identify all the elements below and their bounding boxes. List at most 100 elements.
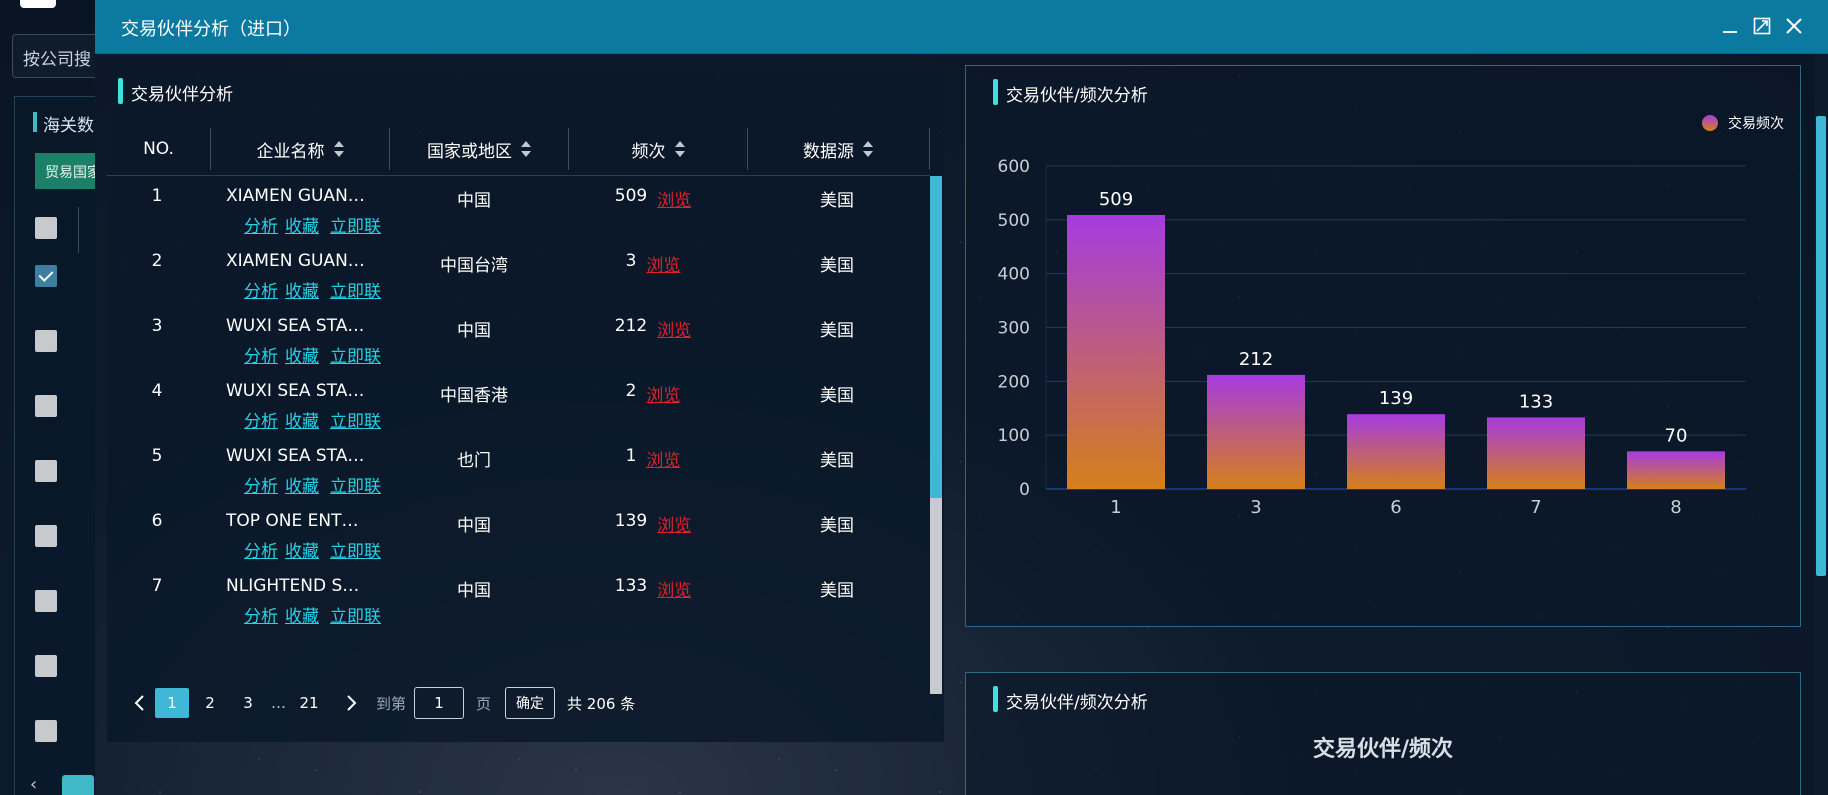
next-page-icon[interactable] — [338, 688, 364, 718]
favorite-link[interactable]: 收藏 — [285, 607, 319, 627]
row-checkbox[interactable] — [35, 330, 57, 352]
browse-link[interactable]: 浏览 — [657, 576, 691, 601]
table-scrollbar-thumb[interactable] — [930, 176, 942, 498]
frequency-chart-panel: 交易伙伴/频次分析 交易频次 0 100 200 300 400 500 600 509 1 21… — [965, 65, 1801, 627]
analyze-link[interactable]: 分析 — [244, 412, 278, 432]
chevron-left-icon[interactable]: ‹ — [30, 774, 37, 795]
contact-link[interactable]: 立即联 — [330, 217, 381, 237]
company-name[interactable]: WUXI SEA STA… — [226, 381, 376, 401]
contact-link[interactable]: 立即联 — [330, 542, 381, 562]
contact-link[interactable]: 立即联 — [330, 477, 381, 497]
close-icon[interactable] — [1782, 14, 1806, 38]
page-1[interactable]: 1 — [155, 688, 189, 718]
y-tick-label: 600 — [998, 157, 1030, 177]
row-checkbox[interactable] — [35, 265, 57, 287]
frequency-bar-chart: 0 100 200 300 400 500 600 509 1 212 3 139 6 133 7 70 8 — [998, 157, 1746, 518]
pagination: 1 2 3 … 21 到第 页 确定 共 206 条 — [127, 686, 635, 720]
sort-icon[interactable] — [863, 141, 873, 157]
frequency-value: 133 — [614, 576, 648, 596]
table-row[interactable]: 7 NLIGHTEND S… 中国 133 浏览 美国 分析 收藏 立即联 — [107, 566, 930, 631]
table-row[interactable]: 5 WUXI SEA STA… 也门 1 浏览 美国 分析 收藏 立即联 — [107, 436, 930, 501]
row-checkbox[interactable] — [35, 720, 57, 742]
col-divider — [929, 128, 930, 170]
favorite-link[interactable]: 收藏 — [285, 477, 319, 497]
browse-link[interactable]: 浏览 — [646, 446, 680, 471]
chart2-panel-title-text: 交易伙伴/频次分析 — [1006, 693, 1148, 713]
row-checkbox[interactable] — [35, 395, 57, 417]
frequency-cell: 139 浏览 — [563, 511, 743, 536]
analyze-link[interactable]: 分析 — [244, 542, 278, 562]
row-checkbox[interactable] — [35, 525, 57, 547]
company-name[interactable]: NLIGHTEND S… — [226, 576, 376, 596]
table-row[interactable]: 6 TOP ONE ENT… 中国 139 浏览 美国 分析 收藏 立即联 — [107, 501, 930, 566]
analyze-link[interactable]: 分析 — [244, 477, 278, 497]
table-row[interactable]: 2 XIAMEN GUAN… 中国台湾 3 浏览 美国 分析 收藏 立即联 — [107, 241, 930, 306]
sort-icon[interactable] — [674, 141, 685, 157]
company-name[interactable]: XIAMEN GUAN… — [226, 251, 376, 271]
favorite-link[interactable]: 收藏 — [285, 217, 319, 237]
row-checkbox[interactable] — [35, 590, 57, 612]
table-row[interactable]: 4 WUXI SEA STA… 中国香港 2 浏览 美国 分析 收藏 立即联 — [107, 371, 930, 436]
chart-legend[interactable]: 交易频次 — [1702, 113, 1784, 133]
browse-link[interactable]: 浏览 — [657, 316, 691, 341]
favorite-link[interactable]: 收藏 — [285, 412, 319, 432]
frequency-value: 139 — [614, 511, 648, 531]
browse-link[interactable]: 浏览 — [646, 251, 680, 276]
bar[interactable] — [1067, 214, 1165, 489]
col-source-label: 数据源 — [803, 141, 854, 162]
page-3[interactable]: 3 — [231, 688, 265, 718]
country: 中国台湾 — [440, 256, 508, 276]
minimize-icon[interactable] — [1718, 14, 1742, 38]
country: 中国 — [457, 321, 491, 341]
analyze-link[interactable]: 分析 — [244, 282, 278, 302]
row-no: 7 — [151, 576, 163, 596]
bar[interactable] — [1207, 374, 1305, 489]
goto-confirm-button[interactable]: 确定 — [505, 687, 556, 719]
data-source: 美国 — [820, 256, 854, 276]
maximize-icon[interactable] — [1750, 14, 1774, 38]
col-source[interactable]: 数据源 — [748, 122, 928, 176]
page-indicator[interactable] — [62, 775, 94, 795]
col-country[interactable]: 国家或地区 — [390, 122, 568, 176]
contact-link[interactable]: 立即联 — [330, 607, 381, 627]
browse-link[interactable]: 浏览 — [657, 186, 691, 211]
modal-scrollbar-thumb[interactable] — [1816, 116, 1826, 576]
frequency-value: 2 — [625, 381, 637, 401]
favorite-link[interactable]: 收藏 — [285, 347, 319, 367]
page-last[interactable]: 21 — [292, 688, 326, 718]
page-2[interactable]: 2 — [193, 688, 227, 718]
company-name[interactable]: WUXI SEA STA… — [226, 446, 376, 466]
contact-link[interactable]: 立即联 — [330, 412, 381, 432]
company-name[interactable]: TOP ONE ENT… — [226, 511, 376, 531]
modal-title: 交易伙伴分析（进口） — [121, 19, 301, 40]
select-all-checkbox[interactable] — [35, 217, 57, 239]
bar[interactable] — [1487, 417, 1585, 489]
prev-page-icon[interactable] — [127, 688, 153, 718]
analyze-link[interactable]: 分析 — [244, 347, 278, 367]
browse-link[interactable]: 浏览 — [646, 381, 680, 406]
analyze-link[interactable]: 分析 — [244, 217, 278, 237]
col-company[interactable]: 企业名称 — [211, 122, 389, 176]
browse-link[interactable]: 浏览 — [657, 511, 691, 536]
company-name[interactable]: WUXI SEA STA… — [226, 316, 376, 336]
data-source: 美国 — [820, 516, 854, 536]
sort-icon[interactable] — [333, 141, 344, 157]
table-row[interactable]: 1 XIAMEN GUAN… 中国 509 浏览 美国 分析 收藏 立即联 — [107, 176, 930, 241]
col-frequency[interactable]: 频次 — [569, 122, 747, 176]
contact-link[interactable]: 立即联 — [330, 282, 381, 302]
company-name[interactable]: XIAMEN GUAN… — [226, 186, 376, 206]
goto-page-input[interactable] — [414, 687, 465, 719]
sort-icon[interactable] — [521, 141, 531, 157]
bar[interactable] — [1627, 451, 1725, 489]
row-checkbox[interactable] — [35, 460, 57, 482]
row-checkbox[interactable] — [35, 655, 57, 677]
favorite-link[interactable]: 收藏 — [285, 282, 319, 302]
contact-link[interactable]: 立即联 — [330, 347, 381, 367]
modal-scrollbar[interactable] — [1814, 54, 1828, 795]
favorite-link[interactable]: 收藏 — [285, 542, 319, 562]
bar[interactable] — [1347, 414, 1445, 489]
frequency-cell: 509 浏览 — [563, 186, 743, 211]
table-scrollbar[interactable] — [930, 176, 942, 694]
analyze-link[interactable]: 分析 — [244, 607, 278, 627]
table-row[interactable]: 3 WUXI SEA STA… 中国 212 浏览 美国 分析 收藏 立即联 — [107, 306, 930, 371]
